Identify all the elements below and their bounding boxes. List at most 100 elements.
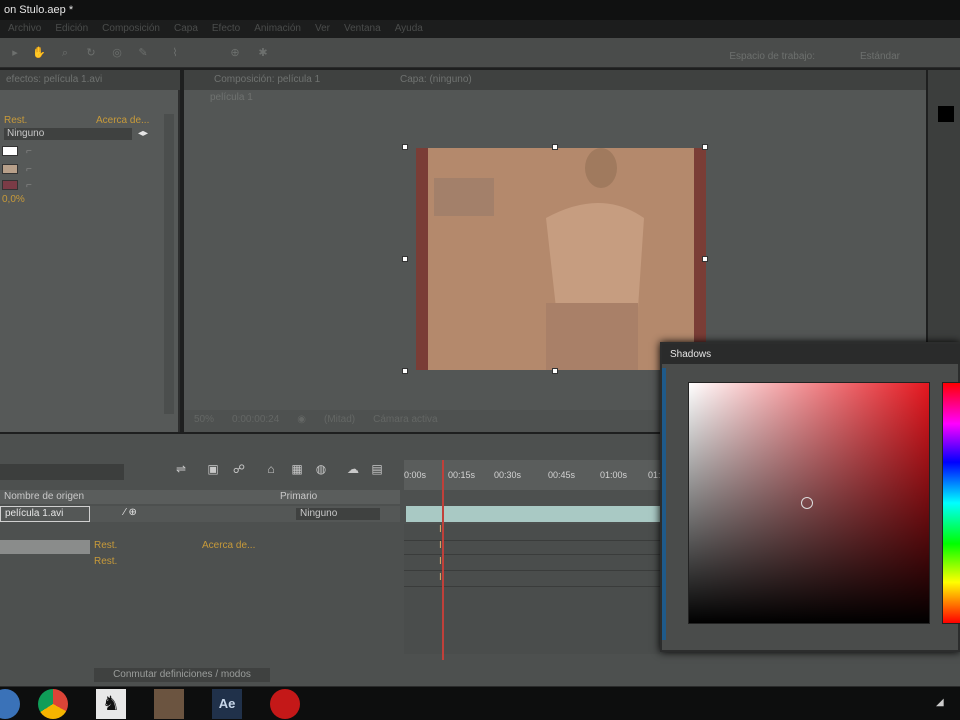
hand-tool-icon[interactable]: ✋ — [32, 46, 46, 60]
parent-header[interactable]: Primario — [280, 491, 317, 502]
layer-name[interactable]: película 1.avi — [0, 506, 90, 522]
selection-tool-icon[interactable]: ▸ — [8, 46, 22, 60]
transform-handle[interactable] — [702, 256, 708, 262]
reset-label[interactable]: Rest. — [4, 115, 27, 126]
shadows-color-picker: Shadows — [660, 342, 960, 652]
picker-accent — [662, 368, 666, 640]
puppet-tool-icon[interactable]: ✱ — [256, 46, 270, 60]
fx-switch-icon[interactable]: ⁄ ⊕ — [124, 507, 137, 518]
record-icon[interactable] — [270, 689, 300, 719]
effect-about-link[interactable]: Acerca de... — [202, 540, 255, 551]
color-cursor[interactable] — [801, 497, 813, 509]
timeline-column-headers: Nombre de origen Primario — [0, 490, 400, 504]
effect-row-highlight[interactable] — [0, 540, 90, 554]
clone-tool-icon[interactable]: ⊕ — [228, 46, 242, 60]
start-button[interactable] — [0, 689, 20, 719]
effect-reset-link[interactable]: Rest. Acerca de... — [0, 114, 160, 128]
window-title: on Stulo.aep * — [4, 4, 74, 16]
effect-controls-tab[interactable]: efectos: película 1.avi — [0, 70, 180, 90]
shadow-color-swatch[interactable] — [2, 180, 18, 190]
effect-reset-link[interactable]: Rest. — [94, 540, 117, 551]
eyedropper-icon[interactable]: ⌐ — [26, 180, 32, 191]
shy-layers-icon[interactable]: ⌂ — [262, 462, 280, 478]
source-name-header[interactable]: Nombre de origen — [4, 491, 84, 502]
comp-mini-flowchart-icon[interactable]: ⇌ — [172, 462, 190, 478]
tick-label: 01:00s — [600, 470, 628, 480]
zoom-tool-icon[interactable]: ⌕ — [58, 46, 72, 60]
counter-strike-icon[interactable]: ♞ — [96, 689, 126, 719]
eyedropper-icon[interactable]: ⌐ — [26, 146, 32, 157]
menu-item-effect[interactable]: Efecto — [212, 23, 240, 35]
layer-duration-bar[interactable] — [406, 506, 660, 522]
highlight-color-swatch[interactable] — [2, 146, 18, 156]
frame-blending-icon[interactable]: ▦ — [288, 462, 306, 478]
transform-handle[interactable] — [552, 368, 558, 374]
workspace-label: Espacio de trabajo: — [729, 51, 815, 62]
comp-breadcrumb[interactable]: película 1 — [210, 92, 253, 103]
video-frame[interactable] — [416, 148, 706, 370]
zoom-select[interactable]: 50% — [194, 414, 214, 428]
viewer-tabs: Composición: película 1 Capa: (ninguno) — [184, 70, 926, 90]
effect-controls-panel: efectos: película 1.avi Rest. Acerca de.… — [0, 70, 180, 432]
tick-label: 00:15s — [448, 470, 476, 480]
menu-bar: Archivo Edición Composición Capa Efecto … — [0, 20, 960, 38]
saturation-value-field[interactable] — [688, 382, 930, 624]
transform-handle[interactable] — [702, 144, 708, 150]
motion-blur-icon[interactable]: ◍ — [312, 462, 330, 478]
menu-item-file[interactable]: Archivo — [8, 23, 41, 35]
hue-slider[interactable] — [942, 382, 960, 624]
tab-composition[interactable]: Composición: película 1 — [206, 73, 328, 86]
menu-item-composition[interactable]: Composición — [102, 23, 160, 35]
timeline-search-input[interactable] — [0, 464, 124, 480]
tab-layer[interactable]: Capa: (ninguno) — [392, 73, 480, 86]
layer-row[interactable]: película 1.avi ⁄ ⊕ Ninguno — [0, 506, 400, 522]
chrome-icon[interactable] — [38, 689, 68, 719]
tick-label: 00:30s — [494, 470, 522, 480]
transform-handle[interactable] — [402, 256, 408, 262]
menu-item-help[interactable]: Ayuda — [395, 23, 423, 35]
workspace-select[interactable]: Estándar — [860, 51, 900, 62]
transform-handle[interactable] — [402, 368, 408, 374]
toggle-switches-modes-button[interactable]: Conmutar definiciones / modos — [94, 668, 270, 682]
graph-editor-icon[interactable]: ☁ — [344, 462, 362, 478]
resolution-select[interactable]: (Mitad) — [324, 414, 355, 428]
current-time-indicator[interactable] — [442, 460, 444, 660]
menu-item-animation[interactable]: Animación — [254, 23, 301, 35]
view-select[interactable]: Cámara activa — [373, 414, 437, 428]
eyedropper-icon[interactable]: ⌐ — [26, 164, 32, 175]
about-link[interactable]: Acerca de... — [96, 115, 149, 126]
pen-tool-icon[interactable]: ✎ — [136, 46, 150, 60]
transform-handle[interactable] — [552, 144, 558, 150]
menu-item-layer[interactable]: Capa — [174, 23, 198, 35]
menu-item-edit[interactable]: Edición — [55, 23, 88, 35]
color-swatch[interactable] — [938, 106, 954, 122]
transform-handle[interactable] — [402, 144, 408, 150]
property-reset-link[interactable]: Rest. — [94, 556, 117, 567]
menu-item-window[interactable]: Ventana — [344, 23, 381, 35]
tick-label: 00:45s — [548, 470, 576, 480]
tick-label: 0:00s — [404, 470, 427, 480]
parent-dropdown[interactable]: Ninguno — [296, 508, 380, 520]
live-update-icon[interactable]: ▣ — [204, 462, 222, 478]
midtone-color-swatch[interactable] — [2, 164, 18, 174]
effects-scrollbar[interactable] — [164, 114, 174, 414]
rotate-tool-icon[interactable]: ↻ — [84, 46, 98, 60]
camera-snapshot-icon[interactable]: ◉ — [297, 414, 306, 428]
brainstorm-icon[interactable]: ▤ — [368, 462, 386, 478]
brush-tool-icon[interactable]: ⌇ — [168, 46, 182, 60]
draft-3d-icon[interactable]: ☍ — [230, 462, 248, 478]
menu-item-view[interactable]: Ver — [315, 23, 330, 35]
photo-thumbnail-icon[interactable] — [154, 689, 184, 719]
after-effects-icon[interactable]: Ae — [212, 689, 242, 719]
tick-label: 01: — [648, 470, 661, 480]
stepper-arrows-icon[interactable]: ◂▸ — [138, 128, 148, 139]
blend-percent-value[interactable]: 0,0% — [2, 194, 25, 205]
preset-dropdown[interactable]: Ninguno — [4, 128, 132, 140]
network-tray-icon[interactable]: ◢ — [936, 697, 944, 708]
picker-title[interactable]: Shadows — [662, 344, 960, 364]
camera-tool-icon[interactable]: ◎ — [110, 46, 124, 60]
tools-panel: ▸ ✋ ⌕ ↻ ◎ ✎ ⌇ ⊕ ✱ Espacio de trabajo: Es… — [0, 38, 960, 68]
current-time[interactable]: 0:00:00:24 — [232, 414, 279, 428]
person-silhouette — [434, 148, 644, 370]
taskbar: ♞ Ae ◢ — [0, 686, 960, 720]
